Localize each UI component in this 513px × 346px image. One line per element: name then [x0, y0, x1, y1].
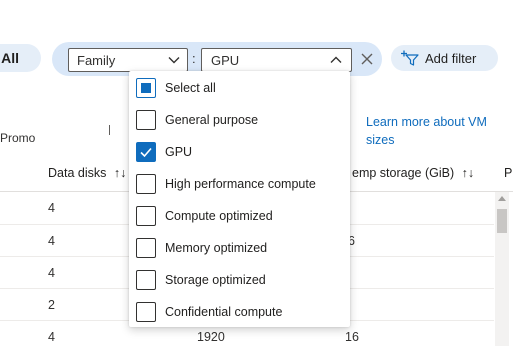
- filter-field-value: Family: [77, 52, 116, 68]
- all-filter-label: All: [1, 50, 19, 66]
- option-storage-optimized[interactable]: Storage optimized: [129, 264, 350, 296]
- option-label: Storage optimized: [165, 273, 266, 287]
- table-cell-data-disks: 4: [48, 330, 55, 344]
- column-header-partial[interactable]: P: [504, 166, 512, 180]
- filter-field-select[interactable]: Family: [68, 48, 188, 72]
- promo-column-label: Promo: [0, 131, 36, 145]
- sort-icon: ↑↓: [461, 166, 475, 180]
- column-header-label: Data disks: [48, 166, 107, 180]
- column-header-temp-storage[interactable]: emp storage (GiB) ↑↓: [352, 166, 474, 180]
- option-high-performance-compute[interactable]: High performance compute: [129, 168, 350, 200]
- select-all-checkbox[interactable]: [136, 78, 156, 98]
- remove-filter-icon[interactable]: [360, 52, 374, 66]
- option-label: High performance compute: [165, 177, 316, 191]
- filter-value-select[interactable]: GPU: [201, 48, 352, 72]
- chevron-down-icon: [168, 57, 180, 64]
- column-header-data-disks[interactable]: Data disks ↑↓: [48, 166, 126, 180]
- filter-separator: :: [192, 51, 196, 66]
- all-filter-pill[interactable]: All: [0, 44, 41, 72]
- option-select-all[interactable]: Select all: [129, 72, 350, 104]
- add-filter-button[interactable]: Add filter: [391, 45, 498, 71]
- option-label: General purpose: [165, 113, 259, 127]
- table-cell-data-disks: 2: [48, 298, 55, 312]
- option-general-purpose[interactable]: General purpose: [129, 104, 350, 136]
- learn-more-link[interactable]: Learn more about VM sizes: [366, 113, 506, 149]
- confidential-compute-checkbox[interactable]: [136, 302, 156, 322]
- option-gpu[interactable]: GPU: [129, 136, 350, 168]
- table-cell-data-disks: 4: [48, 266, 55, 280]
- option-label: Confidential compute: [165, 305, 283, 319]
- add-filter-label: Add filter: [425, 50, 477, 66]
- family-options-dropdown: Select all General purpose GPU High perf…: [129, 71, 350, 327]
- table-cell-data-disks: 4: [48, 234, 55, 248]
- table-cell-temp-storage: 16: [345, 330, 359, 344]
- table-cell-value: 1920: [197, 330, 225, 344]
- chevron-up-icon: [330, 56, 342, 63]
- filter-value-text: GPU: [211, 52, 240, 68]
- sort-icon: ↑↓: [113, 166, 127, 180]
- option-compute-optimized[interactable]: Compute optimized: [129, 200, 350, 232]
- checkmark-icon: [140, 147, 152, 158]
- general-purpose-checkbox[interactable]: [136, 110, 156, 130]
- option-label: Select all: [165, 81, 216, 95]
- high-performance-compute-checkbox[interactable]: [136, 174, 156, 194]
- scrollbar-thumb[interactable]: [497, 209, 507, 233]
- storage-optimized-checkbox[interactable]: [136, 270, 156, 290]
- option-label: Memory optimized: [165, 241, 268, 255]
- compute-optimized-checkbox[interactable]: [136, 206, 156, 226]
- column-divider: [109, 125, 110, 135]
- table-cell-data-disks: 4: [48, 201, 55, 215]
- option-confidential-compute[interactable]: Confidential compute: [129, 296, 350, 328]
- column-header-label: emp storage (GiB): [352, 166, 455, 180]
- gpu-checkbox[interactable]: [136, 142, 156, 162]
- option-memory-optimized[interactable]: Memory optimized: [129, 232, 350, 264]
- memory-optimized-checkbox[interactable]: [136, 238, 156, 258]
- add-filter-icon: [401, 50, 419, 66]
- scroll-up-arrow-icon[interactable]: [498, 196, 506, 201]
- option-label: GPU: [165, 145, 193, 159]
- option-label: Compute optimized: [165, 209, 273, 223]
